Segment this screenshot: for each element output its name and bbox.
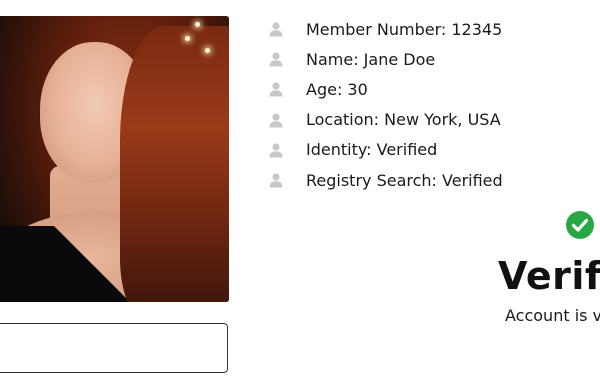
verified-subtext: Account is v	[505, 306, 600, 325]
profile-photo	[0, 16, 229, 302]
detail-name: Name: Jane Doe	[268, 44, 503, 74]
member-details-list: Member Number: 12345 Name: Jane Doe Age:…	[268, 14, 503, 195]
bottom-box[interactable]	[0, 323, 228, 373]
verified-heading: Verif	[498, 254, 600, 298]
detail-member-number: Member Number: 12345	[268, 14, 503, 44]
detail-registry-search: Registry Search: Verified	[268, 165, 503, 195]
detail-text: Member Number: 12345	[306, 19, 503, 39]
detail-text: Identity: Verified	[306, 140, 438, 160]
detail-location: Location: New York, USA	[268, 105, 503, 135]
detail-identity: Identity: Verified	[268, 135, 503, 165]
user-icon	[269, 52, 283, 67]
user-icon	[269, 143, 283, 158]
user-icon	[269, 82, 283, 97]
user-icon	[269, 22, 283, 37]
check-circle-icon	[566, 211, 594, 239]
user-icon	[269, 113, 283, 128]
detail-text: Registry Search: Verified	[306, 170, 503, 190]
detail-age: Age: 30	[268, 74, 503, 104]
detail-text: Age: 30	[306, 79, 368, 99]
user-icon	[269, 173, 283, 188]
detail-text: Location: New York, USA	[306, 110, 501, 130]
detail-text: Name: Jane Doe	[306, 49, 436, 69]
